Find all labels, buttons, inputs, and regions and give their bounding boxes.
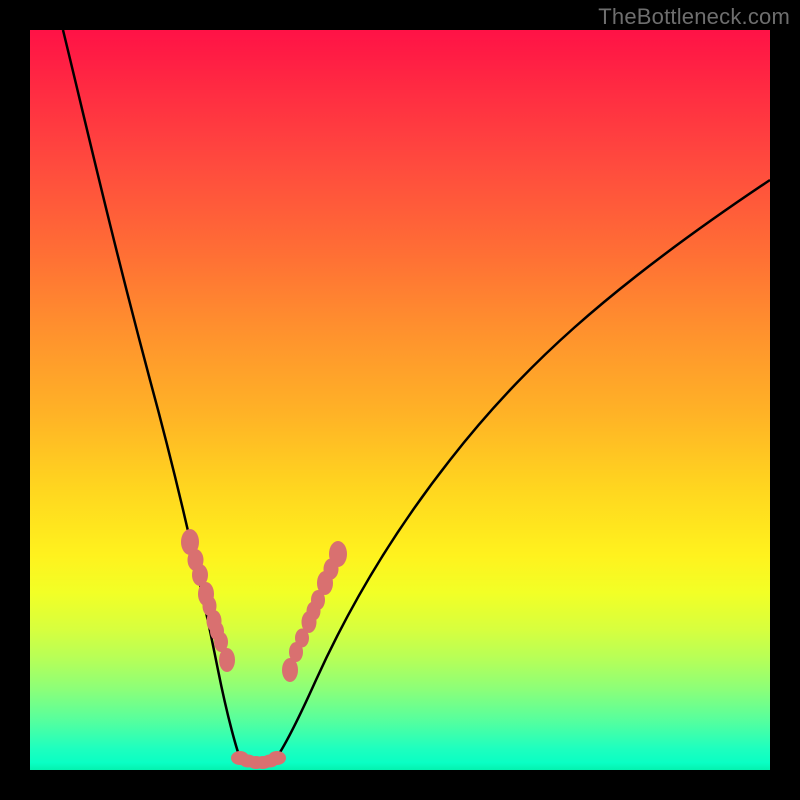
left-branch [63,30,240,758]
watermark-text: TheBottleneck.com [598,4,790,30]
valley-highlights [231,751,286,769]
right-branch-highlights [282,541,347,682]
left-branch-highlights [181,529,235,672]
plot-area [30,30,770,770]
bottleneck-curve [30,30,770,770]
right-branch [277,180,770,757]
chart-frame: TheBottleneck.com [0,0,800,800]
